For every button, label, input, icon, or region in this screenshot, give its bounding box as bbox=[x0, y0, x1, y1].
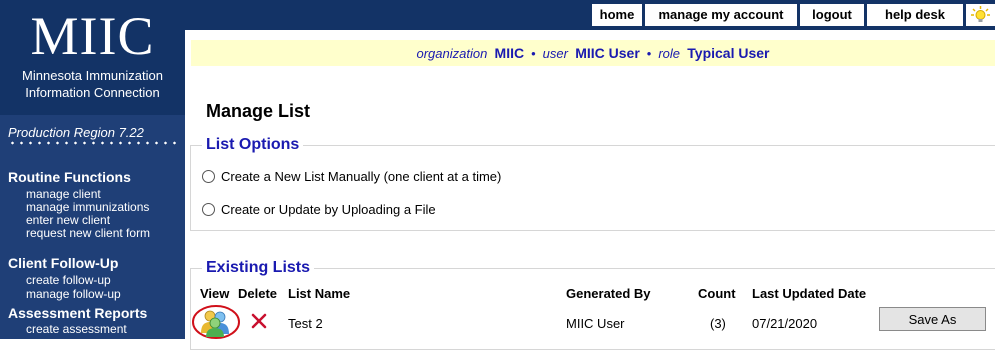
lightbulb-icon bbox=[971, 6, 990, 22]
option-upload-file[interactable]: Create or Update by Uploading a File bbox=[202, 202, 436, 217]
role-value: Typical User bbox=[687, 45, 770, 61]
option-create-manually-label: Create a New List Manually (one client a… bbox=[221, 169, 502, 184]
view-list-icon[interactable] bbox=[190, 303, 242, 339]
section-routine-functions[interactable]: Routine Functions bbox=[8, 169, 131, 185]
nav-manage-follow-up[interactable]: manage follow-up bbox=[26, 288, 121, 301]
separator-dot: • bbox=[531, 46, 536, 61]
user-label: user bbox=[542, 46, 568, 61]
nav-manage-account-link[interactable]: manage my account bbox=[645, 4, 797, 26]
nav-help-desk-link[interactable]: help desk bbox=[867, 4, 963, 26]
col-header-generated-by: Generated By bbox=[566, 286, 651, 301]
org-value: MIIC bbox=[494, 45, 525, 61]
nav-request-new-client-form[interactable]: request new client form bbox=[26, 227, 150, 240]
existing-lists-legend: Existing Lists bbox=[202, 259, 315, 277]
radio-upload-file[interactable] bbox=[202, 203, 215, 216]
last-updated-cell: 07/21/2020 bbox=[752, 316, 818, 331]
nav-create-follow-up[interactable]: create follow-up bbox=[26, 274, 111, 287]
count-cell: (3) bbox=[710, 316, 726, 331]
list-options-legend: List Options bbox=[202, 136, 304, 154]
col-header-view: View bbox=[200, 286, 230, 301]
option-upload-file-label: Create or Update by Uploading a File bbox=[221, 202, 436, 217]
miic-logo[interactable]: MIIC Minnesota Immunization Information … bbox=[0, 0, 185, 115]
section-assessment-reports[interactable]: Assessment Reports bbox=[8, 305, 147, 321]
sidebar: MIIC Minnesota Immunization Information … bbox=[0, 0, 185, 339]
save-as-button[interactable]: Save As bbox=[879, 307, 986, 331]
col-header-last-updated: Last Updated Date bbox=[752, 286, 867, 301]
logo-subtitle-line2: Information Connection bbox=[25, 85, 160, 100]
role-label: role bbox=[658, 46, 681, 61]
col-header-delete: Delete bbox=[238, 286, 278, 301]
nav-home-link[interactable]: home bbox=[592, 4, 642, 26]
generated-by-cell: MIIC User bbox=[566, 316, 625, 331]
organization-bar: organization MIIC • user MIIC User • role Ty… bbox=[191, 40, 995, 66]
delete-icon[interactable] bbox=[251, 313, 267, 329]
tip-button[interactable] bbox=[966, 4, 995, 26]
logo-subtitle-line1: Minnesota Immunization bbox=[22, 68, 163, 83]
logo-subtitle: Minnesota Immunization Information Conne… bbox=[0, 67, 185, 101]
radio-create-manually[interactable] bbox=[202, 170, 215, 183]
user-value: MIIC User bbox=[575, 45, 640, 61]
option-create-manually[interactable]: Create a New List Manually (one client a… bbox=[202, 169, 501, 184]
list-name-cell: Test 2 bbox=[288, 316, 323, 331]
list-options-fieldset bbox=[190, 145, 995, 231]
nav-logout-link[interactable]: logout bbox=[800, 4, 864, 26]
page-title: Manage List bbox=[206, 101, 311, 121]
existing-lists-fieldset bbox=[190, 268, 995, 350]
section-client-follow-up[interactable]: Client Follow-Up bbox=[8, 255, 118, 271]
dotted-divider bbox=[8, 140, 178, 146]
logo-title: MIIC bbox=[30, 6, 155, 66]
region-label: Production Region 7.22 bbox=[8, 125, 144, 140]
separator-dot: • bbox=[646, 46, 652, 61]
col-header-count: Count bbox=[698, 286, 736, 301]
nav-create-assessment[interactable]: create assessment bbox=[26, 323, 127, 336]
col-header-list-name: List Name bbox=[288, 286, 351, 301]
org-label: organization bbox=[416, 46, 488, 61]
